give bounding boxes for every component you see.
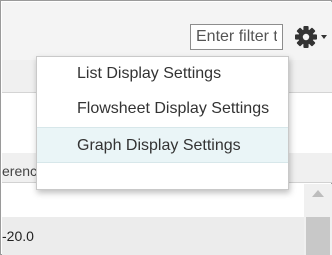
window-frame: erence Range -20.0 List Display Settings… xyxy=(0,0,332,255)
menu-item-graph-display-settings[interactable]: Graph Display Settings xyxy=(37,127,288,163)
settings-button[interactable] xyxy=(290,21,328,53)
filter-input[interactable] xyxy=(190,24,283,50)
vertical-scrollbar[interactable] xyxy=(304,184,332,255)
caret-down-icon xyxy=(321,35,327,39)
settings-dropdown-menu: List Display Settings Flowsheet Display … xyxy=(36,56,289,190)
table-row[interactable]: -20.0 xyxy=(2,217,304,255)
scroll-thumb[interactable] xyxy=(306,217,330,255)
gear-icon xyxy=(295,26,327,48)
menu-item-list-display-settings[interactable]: List Display Settings xyxy=(37,57,288,90)
scroll-up-arrow-icon[interactable] xyxy=(312,190,324,197)
row-value: -20.0 xyxy=(2,228,34,244)
menu-item-flowsheet-display-settings[interactable]: Flowsheet Display Settings xyxy=(37,91,288,126)
